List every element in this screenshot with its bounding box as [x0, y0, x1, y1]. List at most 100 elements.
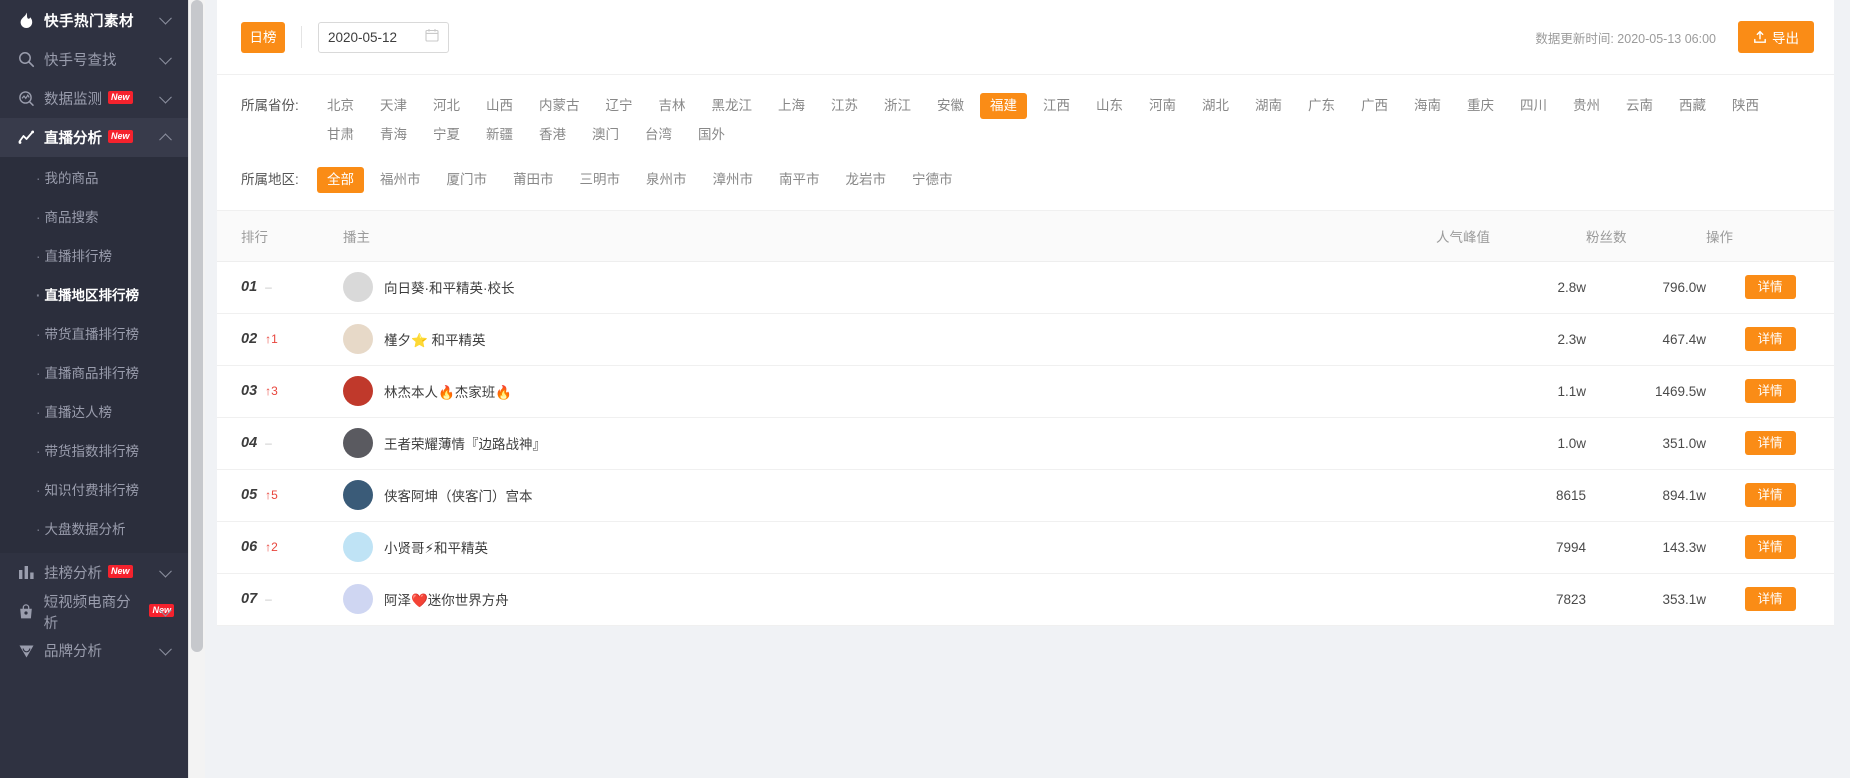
region-chip-0[interactable]: 全部 [317, 167, 364, 193]
chevron-down-icon[interactable] [159, 51, 172, 65]
region-chip-9[interactable]: 宁德市 [902, 167, 963, 193]
province-chip-21[interactable]: 重庆 [1457, 93, 1504, 119]
anchor-name[interactable]: 侠客阿坤（侠客门）宫本 [384, 485, 533, 505]
sidebar-subitem-my-products[interactable]: · 我的商品 [0, 159, 188, 198]
detail-button[interactable]: 详情 [1744, 483, 1796, 507]
avatar[interactable] [343, 376, 373, 406]
avatar[interactable] [343, 272, 373, 302]
region-chip-2[interactable]: 厦门市 [437, 167, 498, 193]
province-chip-24[interactable]: 云南 [1616, 93, 1663, 119]
avatar[interactable] [343, 584, 373, 614]
anchor-name[interactable]: 阿泽❤️迷你世界方舟 [384, 589, 509, 609]
province-chip-28[interactable]: 青海 [370, 122, 417, 148]
avatar[interactable] [343, 480, 373, 510]
province-chip-33[interactable]: 台湾 [635, 122, 682, 148]
sidebar-subitem-knowledge-paid-ranking[interactable]: · 知识付费排行榜 [0, 471, 188, 510]
sidebar-subitem-live-ranking[interactable]: · 直播排行榜 [0, 237, 188, 276]
province-chip-13[interactable]: 江西 [1033, 93, 1080, 119]
avatar[interactable] [343, 532, 373, 562]
sidebar-subitem-market-data-analysis[interactable]: · 大盘数据分析 [0, 510, 188, 549]
region-chip-8[interactable]: 龙岩市 [836, 167, 897, 193]
sidebar-scrollbar-thumb[interactable] [191, 0, 203, 652]
province-chip-11[interactable]: 安徽 [927, 93, 974, 119]
province-chip-8[interactable]: 上海 [768, 93, 815, 119]
province-chip-20[interactable]: 海南 [1404, 93, 1451, 119]
region-chip-1[interactable]: 福州市 [370, 167, 431, 193]
chevron-down-icon[interactable] [159, 90, 172, 104]
cell-fans: 796.0w [1586, 261, 1706, 314]
province-chip-7[interactable]: 黑龙江 [702, 93, 763, 119]
sidebar-subitem-ecommerce-live-ranking[interactable]: · 带货直播排行榜 [0, 315, 188, 354]
detail-button[interactable]: 详情 [1744, 379, 1796, 403]
region-chip-3[interactable]: 莆田市 [503, 167, 564, 193]
avatar[interactable] [343, 324, 373, 354]
province-chip-34[interactable]: 国外 [688, 122, 735, 148]
chevron-down-icon[interactable] [159, 564, 172, 578]
province-chip-16[interactable]: 湖北 [1192, 93, 1239, 119]
province-chip-2[interactable]: 河北 [423, 93, 470, 119]
chevron-up-icon[interactable] [159, 132, 172, 146]
sidebar-brand[interactable]: 快手热门素材 [0, 0, 188, 40]
province-chip-5[interactable]: 辽宁 [596, 93, 643, 119]
region-chip-7[interactable]: 南平市 [769, 167, 830, 193]
province-chip-3[interactable]: 山西 [476, 93, 523, 119]
sidebar-item-ranking-analysis[interactable]: 挂榜分析 New [0, 553, 188, 592]
province-chip-19[interactable]: 广西 [1351, 93, 1398, 119]
bullet-icon: · [36, 171, 41, 186]
province-chip-12[interactable]: 福建 [980, 93, 1027, 119]
province-chip-14[interactable]: 山东 [1086, 93, 1133, 119]
export-button[interactable]: 导出 [1738, 21, 1814, 53]
detail-button[interactable]: 详情 [1744, 535, 1796, 559]
bullet-icon: · [36, 288, 41, 303]
sidebar-subitem-sales-index-ranking[interactable]: · 带货指数排行榜 [0, 432, 188, 471]
province-chip-25[interactable]: 西藏 [1669, 93, 1716, 119]
anchor-name[interactable]: 向日葵·和平精英·校长 [384, 277, 515, 297]
sidebar-item-brand-analysis[interactable]: 品牌分析 [0, 631, 188, 670]
sidebar-subitem-live-region-ranking[interactable]: · 直播地区排行榜 [0, 276, 188, 315]
province-chip-6[interactable]: 吉林 [649, 93, 696, 119]
sidebar-item-live-analysis[interactable]: 直播分析 New [0, 118, 188, 157]
chevron-down-icon[interactable] [159, 11, 172, 25]
province-chip-23[interactable]: 贵州 [1563, 93, 1610, 119]
filters: 所属省份: 北京 天津 河北 山西 内蒙古 辽宁 吉林 黑龙江 上海 江苏 浙江 安徽 福建 江西 山东 河南… [217, 75, 1834, 211]
province-chip-10[interactable]: 浙江 [874, 93, 921, 119]
avatar[interactable] [343, 428, 373, 458]
sidebar-item-data-monitor[interactable]: 数据监测 New [0, 79, 188, 118]
province-chip-9[interactable]: 江苏 [821, 93, 868, 119]
detail-button[interactable]: 详情 [1744, 275, 1796, 299]
province-chip-32[interactable]: 澳门 [582, 122, 629, 148]
region-chip-5[interactable]: 泉州市 [636, 167, 697, 193]
sidebar-subitem-live-product-ranking[interactable]: · 直播商品排行榜 [0, 354, 188, 393]
detail-button[interactable]: 详情 [1744, 327, 1796, 351]
region-chip-6[interactable]: 漳州市 [703, 167, 764, 193]
sidebar-item-label: 数据监测 [44, 92, 102, 108]
province-chip-26[interactable]: 陕西 [1722, 93, 1769, 119]
date-picker[interactable]: 2020-05-12 [318, 21, 449, 53]
province-chip-22[interactable]: 四川 [1510, 93, 1557, 119]
anchor-name[interactable]: 槿夕⭐ 和平精英 [384, 329, 486, 349]
province-chip-31[interactable]: 香港 [529, 122, 576, 148]
sidebar-subitem-live-influencer-ranking[interactable]: · 直播达人榜 [0, 393, 188, 432]
detail-button[interactable]: 详情 [1744, 431, 1796, 455]
anchor-name[interactable]: 王者荣耀薄情『边路战神』 [384, 433, 546, 453]
province-chip-15[interactable]: 河南 [1139, 93, 1186, 119]
sidebar-item-account-search[interactable]: 快手号查找 [0, 40, 188, 79]
province-chip-0[interactable]: 北京 [317, 93, 364, 119]
chevron-down-icon[interactable] [159, 642, 172, 656]
province-chip-4[interactable]: 内蒙古 [529, 93, 590, 119]
province-chip-27[interactable]: 甘肃 [317, 122, 364, 148]
anchor-name[interactable]: 小贤哥⚡和平精英 [384, 537, 488, 557]
region-chip-4[interactable]: 三明市 [570, 167, 631, 193]
anchor-name[interactable]: 林杰本人🔥杰家班🔥 [384, 381, 512, 401]
province-chip-29[interactable]: 宁夏 [423, 122, 470, 148]
rank-number: 02 [241, 331, 258, 347]
province-chip-1[interactable]: 天津 [370, 93, 417, 119]
sidebar-subitem-product-search[interactable]: · 商品搜索 [0, 198, 188, 237]
province-chip-18[interactable]: 广东 [1298, 93, 1345, 119]
province-chip-17[interactable]: 湖南 [1245, 93, 1292, 119]
daily-rank-button[interactable]: 日榜 [241, 21, 285, 53]
detail-button[interactable]: 详情 [1744, 587, 1796, 611]
sidebar-item-short-video-ecommerce[interactable]: 短视频电商分析 New [0, 592, 188, 632]
sidebar-scrollbar-track[interactable] [188, 0, 205, 778]
province-chip-30[interactable]: 新疆 [476, 122, 523, 148]
